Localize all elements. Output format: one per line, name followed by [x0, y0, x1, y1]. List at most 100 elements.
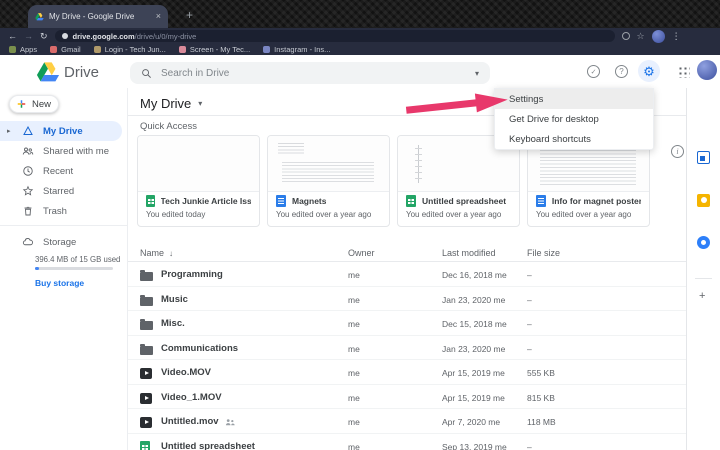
clock-icon — [22, 165, 34, 177]
refresh-icon[interactable]: ↻ — [40, 32, 48, 41]
sidebar-nav: ▸ My Drive Shared with me — [0, 121, 122, 221]
search-bar[interactable]: Search in Drive ▾ — [130, 62, 490, 84]
file-last-modified: Sep 13, 2019 me — [442, 442, 507, 450]
bookmark-item[interactable]: Login - Tech Jun... — [94, 45, 166, 54]
bookmark-label: Gmail — [61, 45, 81, 54]
file-type-icon — [140, 368, 152, 379]
browser-profile-avatar[interactable] — [652, 30, 665, 43]
bookmark-item[interactable]: Screen - My Tec... — [179, 45, 250, 54]
storage-label: Storage — [43, 237, 76, 248]
extension-icon[interactable] — [622, 32, 630, 40]
file-last-modified: Dec 15, 2018 me — [442, 319, 507, 329]
help-icon[interactable]: ? — [615, 65, 628, 78]
file-owner: me — [348, 417, 360, 427]
file-last-modified: Jan 23, 2020 me — [442, 295, 505, 305]
multicolor-plus-icon — [17, 98, 26, 110]
file-row[interactable]: Programming me Dec 16, 2018 me – — [128, 262, 686, 287]
add-side-panel-app-icon[interactable]: + — [699, 290, 705, 302]
sidebar-item-shared-with-me[interactable]: Shared with me — [0, 141, 122, 161]
sidebar-item-label: Recent — [43, 166, 73, 177]
chevron-down-icon: ▾ — [198, 99, 202, 108]
search-input[interactable]: Search in Drive — [161, 68, 466, 79]
settings-gear-button[interactable]: ⚙ — [638, 60, 660, 82]
bookmark-item[interactable]: Apps — [9, 45, 37, 54]
sidebar-item-label: Trash — [43, 206, 67, 217]
new-tab-button[interactable]: + — [186, 8, 193, 22]
new-button[interactable]: New — [9, 95, 59, 113]
file-table-body: Programming me Dec 16, 2018 me – Music m… — [128, 262, 686, 450]
file-type-icon — [140, 417, 152, 428]
google-apps-grid-icon[interactable] — [678, 66, 690, 78]
side-panel-divider — [686, 88, 687, 450]
calendar-icon[interactable] — [697, 151, 710, 164]
drive-logo-icon[interactable] — [36, 62, 60, 83]
search-options-caret-icon[interactable]: ▾ — [475, 69, 479, 78]
menu-item-label: Keyboard shortcuts — [509, 134, 591, 145]
quick-access-label: Quick Access — [140, 121, 197, 132]
tasks-icon[interactable] — [697, 236, 710, 249]
column-header-last-modified[interactable]: Last modified — [442, 248, 496, 258]
storage-progress-fill — [35, 267, 39, 270]
storage-progress-bar — [35, 267, 113, 270]
site-info-icon[interactable] — [62, 33, 68, 39]
url-bar[interactable]: drive.google.com/drive/u/0/my-drive — [55, 30, 615, 42]
quick-access-card[interactable]: Magnets You edited over a year ago — [267, 135, 390, 227]
column-header-file-size[interactable]: File size — [527, 248, 560, 258]
file-row[interactable]: Video.MOV me Apr 15, 2019 me 555 KB — [128, 360, 686, 385]
column-header-owner[interactable]: Owner — [348, 248, 375, 258]
file-type-icon — [140, 393, 152, 404]
file-owner: me — [348, 295, 360, 305]
file-row[interactable]: Untitled.mov me Apr 7, 2020 me 118 MB — [128, 409, 686, 434]
file-owner: me — [348, 442, 360, 450]
file-name: Programming — [161, 269, 223, 280]
side-panel-icons-divider — [695, 278, 712, 279]
storage-usage-text: 396.4 MB of 15 GB used — [35, 255, 120, 264]
sidebar-item-label: Shared with me — [43, 146, 109, 157]
annotation-arrow — [402, 86, 522, 126]
file-row[interactable]: Music me Jan 23, 2020 me – — [128, 287, 686, 312]
bookmark-item[interactable]: Gmail — [50, 45, 81, 54]
file-row[interactable]: Untitled spreadsheet me Sep 13, 2019 me … — [128, 434, 686, 450]
tab-title: My Drive - Google Drive — [49, 12, 151, 21]
settings-menu-item[interactable]: Keyboard shortcuts — [495, 129, 653, 149]
file-row[interactable]: Communications me Jan 23, 2020 me – — [128, 336, 686, 361]
account-avatar[interactable] — [697, 60, 717, 80]
details-info-icon[interactable]: i — [671, 145, 684, 158]
brand-name: Drive — [64, 64, 99, 81]
bookmark-item[interactable]: Instagram - Ins... — [263, 45, 330, 54]
file-name: Untitled.mov — [161, 416, 219, 427]
file-name: Untitled spreadsheet — [161, 441, 255, 450]
card-file-title: Tech Junkie Article Issues — [161, 196, 251, 206]
buy-storage-link[interactable]: Buy storage — [35, 278, 84, 288]
sidebar-item-my-drive[interactable]: ▸ My Drive — [0, 121, 122, 141]
file-type-icon — [536, 195, 546, 207]
back-icon[interactable]: ← — [8, 32, 17, 41]
bookmark-star-icon[interactable]: ☆ — [637, 32, 645, 41]
sidebar-item-storage[interactable]: Storage — [0, 233, 122, 251]
expander-icon[interactable]: ▸ — [7, 127, 11, 135]
browser-menu-icon[interactable]: ⋮ — [672, 31, 681, 42]
file-last-modified: Apr 15, 2019 me — [442, 393, 505, 403]
file-name: Video.MOV — [161, 367, 211, 378]
bookmark-favicon — [94, 46, 101, 53]
file-row[interactable]: Misc. me Dec 15, 2018 me – — [128, 311, 686, 336]
sidebar-item-starred[interactable]: Starred — [0, 181, 122, 201]
page-title[interactable]: My Drive ▾ — [140, 96, 202, 111]
quick-access-card[interactable]: Tech Junkie Article Issues You edited to… — [137, 135, 260, 227]
file-row[interactable]: Video_1.MOV me Apr 15, 2019 me 815 KB — [128, 385, 686, 410]
file-owner: me — [348, 393, 360, 403]
sidebar-item-recent[interactable]: Recent — [0, 161, 122, 181]
offline-status-icon[interactable]: ✓ — [587, 65, 600, 78]
card-file-subtitle: You edited over a year ago — [398, 209, 519, 220]
sidebar-item-trash[interactable]: Trash — [0, 201, 122, 221]
bookmarks-bar: Apps Gmail Login - Tech Jun... Screen - … — [0, 44, 720, 55]
forward-icon[interactable]: → — [24, 32, 33, 41]
column-header-name[interactable]: Name ↓ — [140, 248, 173, 258]
trash-icon — [22, 205, 34, 217]
keep-icon[interactable] — [697, 194, 710, 207]
tab-close-icon[interactable]: × — [156, 12, 161, 21]
drive-favicon — [35, 13, 44, 21]
file-size: 555 KB — [527, 368, 555, 378]
file-table: Name ↓ Owner Last modified File size Pro… — [128, 245, 686, 450]
browser-tab[interactable]: My Drive - Google Drive × — [28, 5, 168, 28]
